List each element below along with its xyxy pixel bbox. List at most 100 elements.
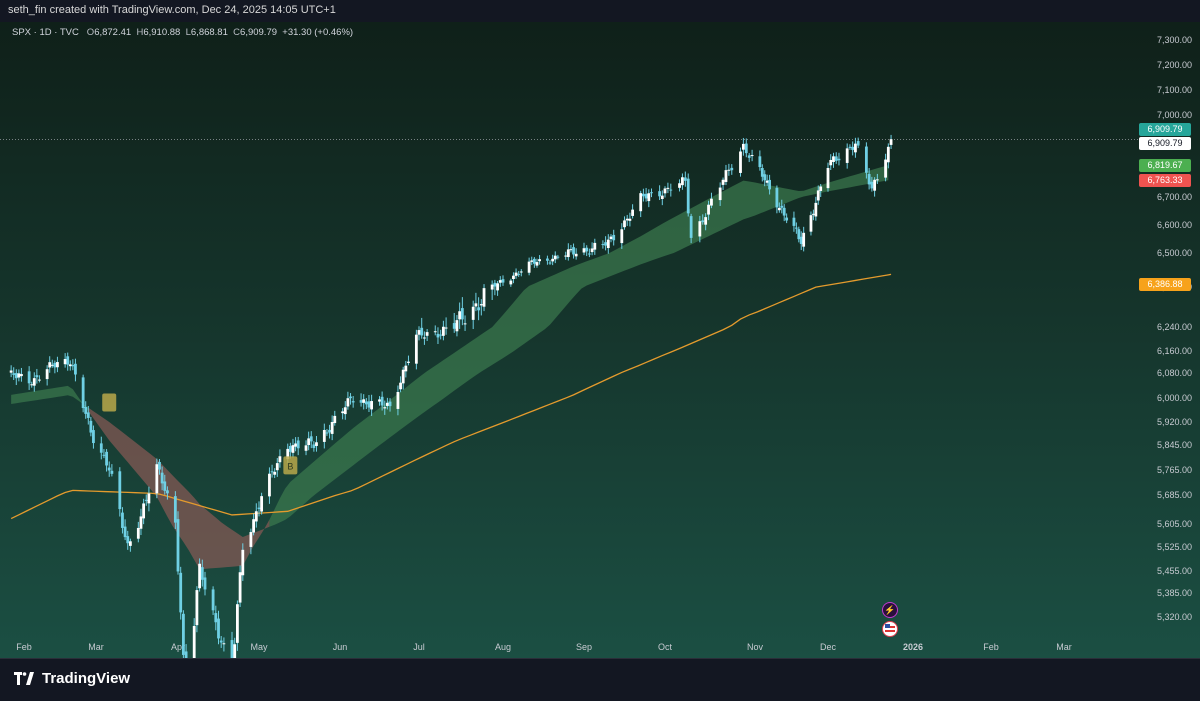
y-tick-label: 5,320.00: [1157, 612, 1192, 622]
candle-up: [819, 186, 823, 191]
candle-down: [780, 205, 784, 208]
candle-up: [471, 306, 475, 320]
x-tick-label: May: [250, 642, 268, 652]
candle-down: [66, 356, 70, 365]
candle-up: [721, 179, 725, 185]
price-chart[interactable]: 7,300.00 7,200.00 7,100.00 7,000.00 6,700.00…: [0, 22, 1200, 658]
candle-up: [463, 323, 467, 325]
candle-down: [328, 429, 331, 433]
candle-up: [414, 334, 418, 364]
candle-down: [351, 401, 355, 403]
candle-down: [436, 333, 440, 338]
candle-up: [20, 374, 23, 377]
candle-down: [309, 436, 313, 442]
candle-down: [585, 247, 589, 252]
candle-down: [856, 141, 860, 146]
lightning-event-icon[interactable]: ⚡: [882, 602, 898, 618]
candle-up: [765, 180, 769, 183]
candle-down: [797, 229, 801, 240]
long-ma-tag: 6,386.88: [1139, 278, 1191, 291]
ohlc-legend: SPX · 1D · TVC O6,872.41 H6,910.88 L6,86…: [12, 27, 353, 38]
candle-down: [439, 334, 443, 336]
x-tick-label: Feb: [983, 642, 999, 652]
candle-down: [312, 444, 316, 449]
y-tick-label: 5,920.00: [1157, 417, 1192, 427]
candle-up: [17, 373, 21, 378]
candle-down: [230, 640, 234, 658]
candle-up: [198, 563, 201, 589]
candle-down: [388, 401, 392, 407]
candle-up: [829, 159, 833, 166]
fast-ribbon-tag: 6,819.67: [1139, 159, 1191, 172]
candle-up: [479, 304, 483, 306]
candle-up: [401, 369, 405, 384]
y-tick-label: 6,000.00: [1157, 393, 1192, 403]
creator-line: seth_fin created with TradingView.com, D…: [8, 4, 336, 16]
y-tick-label: 5,845.00: [1157, 440, 1192, 450]
candle-down: [768, 179, 771, 190]
x-tick-label: Feb: [16, 642, 32, 652]
candle-up: [777, 207, 781, 211]
candle-down: [166, 490, 169, 494]
candle-up: [333, 415, 337, 424]
candle-up: [147, 493, 151, 504]
candle-down: [612, 234, 616, 241]
candle-up: [362, 399, 366, 403]
chart-area[interactable]: 7,300.00 7,200.00 7,100.00 7,000.00 6,700.00…: [0, 22, 1200, 658]
candle-up: [330, 422, 334, 434]
candle-down: [701, 220, 705, 223]
candle-up: [139, 516, 143, 529]
us-flag-event-icon[interactable]: [882, 621, 898, 637]
candle-up: [889, 139, 893, 145]
candle-down: [71, 365, 75, 367]
x-tick-label: Dec: [820, 642, 837, 652]
y-tick-label: 5,685.00: [1157, 490, 1192, 500]
y-tick-label: 5,765.00: [1157, 465, 1192, 475]
candle-down: [12, 373, 16, 375]
candle-up: [136, 527, 140, 539]
candle-up: [294, 443, 297, 447]
candle-up: [718, 187, 722, 201]
candle-down: [870, 181, 874, 189]
x-tick-label: Nov: [747, 642, 764, 652]
candle-up: [884, 159, 887, 178]
x-tick-label: Aug: [495, 642, 511, 652]
candle-up: [399, 382, 402, 390]
candle-up: [623, 220, 626, 228]
candle-down: [493, 282, 497, 287]
candle-down: [760, 168, 764, 177]
candle-down: [102, 454, 106, 456]
candle-up: [48, 362, 52, 368]
candle-up: [710, 198, 713, 206]
candle-down: [532, 258, 536, 264]
brand[interactable]: TradingView: [14, 670, 130, 687]
symbol-label[interactable]: SPX · 1D · TVC: [12, 27, 79, 38]
candle-up: [195, 590, 199, 626]
y-tick-label: 6,080.00: [1157, 368, 1192, 378]
candle-down: [270, 471, 274, 473]
candle-down: [121, 512, 124, 528]
y-tick-label: 5,525.00: [1157, 542, 1192, 552]
candle-up: [832, 156, 835, 162]
candle-down: [92, 430, 95, 444]
candle-up: [490, 284, 494, 290]
candle-up: [32, 378, 36, 386]
candle-down: [864, 146, 868, 173]
candle-down: [84, 407, 88, 414]
candle-up: [233, 644, 237, 658]
candle-down: [203, 577, 207, 590]
candle-up: [346, 398, 350, 407]
candle-up: [631, 209, 634, 216]
candle-up: [678, 183, 681, 188]
candle-up: [142, 503, 146, 519]
ribbon-bull: [269, 165, 889, 527]
x-tick-label: Sep: [576, 642, 592, 652]
candle-down: [420, 327, 424, 336]
candle-up: [582, 248, 586, 253]
candle-up: [9, 370, 13, 373]
candle-down: [517, 273, 521, 275]
candle-down: [163, 481, 167, 491]
footer: TradingView: [0, 658, 1200, 701]
candle-up: [474, 303, 478, 307]
candle-up: [45, 369, 49, 380]
